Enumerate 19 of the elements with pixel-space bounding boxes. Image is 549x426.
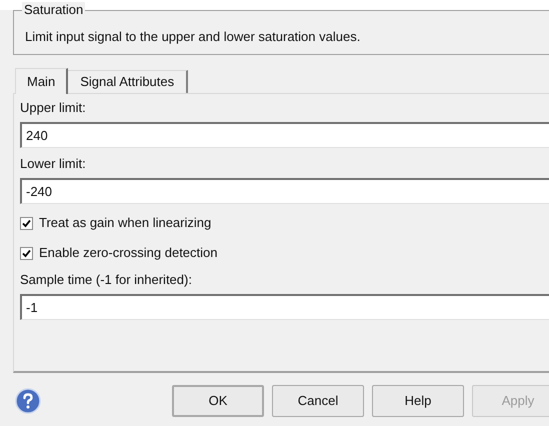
check-icon <box>22 218 31 228</box>
input-field[interactable]: -1 <box>20 294 549 320</box>
field-label: Sample time (-1 for inherited): <box>20 272 192 288</box>
tab[interactable]: Main <box>15 68 68 94</box>
dialog-button[interactable]: OK <box>172 385 264 417</box>
input-field[interactable]: 240 <box>20 122 549 148</box>
dialog-button[interactable]: Help <box>372 385 464 417</box>
checkbox[interactable] <box>20 246 33 260</box>
tab[interactable]: Signal Attributes <box>68 70 188 93</box>
field-label: Lower limit: <box>20 156 86 172</box>
check-icon <box>22 248 31 258</box>
input-field[interactable]: -240 <box>20 178 549 204</box>
checkbox[interactable] <box>20 216 33 230</box>
checkbox-label: Treat as gain when linearizing <box>39 215 212 231</box>
description: Limit input signal to the upper and lower saturation values. <box>25 29 362 45</box>
dialog-button[interactable]: Cancel <box>272 385 364 417</box>
checkbox-label: Enable zero-crossing detection <box>39 245 218 261</box>
field-label: Upper limit: <box>20 100 86 116</box>
help-icon[interactable] <box>15 388 41 414</box>
